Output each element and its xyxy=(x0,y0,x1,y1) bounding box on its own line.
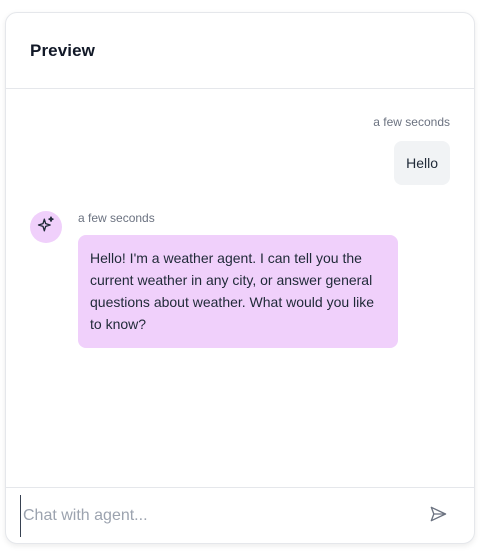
message-list: a few seconds Hello a few seconds Hello!… xyxy=(6,89,474,489)
panel-header: Preview xyxy=(6,13,474,89)
user-message-bubble: Hello xyxy=(394,141,450,185)
send-icon xyxy=(428,504,448,527)
sparkles-icon xyxy=(36,215,56,240)
chat-input[interactable] xyxy=(20,494,422,537)
agent-message-timestamp: a few seconds xyxy=(78,211,155,225)
send-button[interactable] xyxy=(422,500,454,532)
page-title: Preview xyxy=(30,40,95,60)
chat-composer xyxy=(6,487,474,543)
agent-message-bubble: Hello! I'm a weather agent. I can tell y… xyxy=(78,235,398,348)
preview-panel: Preview a few seconds Hello a few second… xyxy=(5,12,475,544)
user-message-timestamp: a few seconds xyxy=(373,115,450,129)
agent-avatar xyxy=(30,211,62,243)
